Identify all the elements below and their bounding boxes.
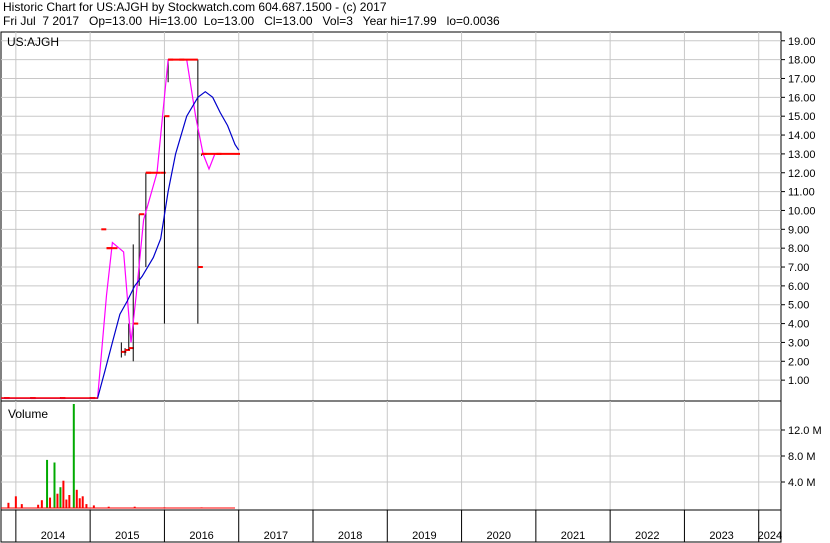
price-tick-label: 2.00 bbox=[788, 356, 809, 368]
price-y-axis: 1.00 2.00 3.00 4.00 5.00 6.00 7.00 8.00 9.00 10.0… bbox=[781, 36, 816, 387]
x-tick-label: 2022 bbox=[635, 530, 659, 542]
price-tick-label: 12.00 bbox=[788, 168, 816, 180]
price-tick-label: 17.00 bbox=[788, 73, 816, 85]
price-panel-frame bbox=[0, 31, 782, 402]
price-tick-label: 18.00 bbox=[788, 55, 816, 67]
price-tick-label: 4.00 bbox=[788, 319, 809, 331]
x-tick-label: 2023 bbox=[709, 530, 733, 542]
stock-chart: US:AJGH 1.00 2.00 3.00 4.00 5.00 6.00 7.00 8.00… bbox=[0, 31, 822, 543]
volume-panel-label: Volume bbox=[8, 407, 48, 421]
price-tick-label: 8.00 bbox=[788, 243, 809, 255]
x-tick-label: 2021 bbox=[561, 530, 585, 542]
x-tick-label: 2017 bbox=[264, 530, 288, 542]
price-tick-label: 19.00 bbox=[788, 36, 816, 48]
volume-tick-label: 8.0 M bbox=[788, 451, 816, 463]
price-tick-label: 11.00 bbox=[788, 187, 815, 199]
price-tick-label: 13.00 bbox=[788, 149, 816, 161]
x-tick-label: 2014 bbox=[41, 530, 65, 542]
x-tick-label: 2019 bbox=[412, 530, 436, 542]
x-tick-label: 2015 bbox=[115, 530, 139, 542]
price-tick-label: 16.00 bbox=[788, 92, 816, 104]
x-axis: 2014 2015 2016 2017 2018 2019 2020 2021 2022 2023… bbox=[0, 509, 782, 543]
price-panel-label: US:AJGH bbox=[7, 35, 59, 49]
price-tick-label: 5.00 bbox=[788, 300, 809, 312]
price-tick-label: 9.00 bbox=[788, 224, 809, 236]
volume-y-axis: 4.0 M 8.0 M 12.0 M bbox=[781, 425, 822, 489]
price-tick-label: 3.00 bbox=[788, 337, 809, 349]
x-tick-label: 2018 bbox=[338, 530, 362, 542]
x-tick-label: 2016 bbox=[189, 530, 213, 542]
price-tick-label: 1.00 bbox=[788, 375, 809, 387]
x-tick-label: 2020 bbox=[486, 530, 510, 542]
volume-tick-label: 4.0 M bbox=[788, 477, 816, 489]
price-tick-label: 15.00 bbox=[788, 111, 816, 123]
volume-panel: Volume 4.0 M 8.0 M 12.0 M bbox=[0, 400, 822, 511]
price-panel: US:AJGH 1.00 2.00 3.00 4.00 5.00 6.00 7.00 8.00… bbox=[0, 31, 816, 402]
price-tick-label: 14.00 bbox=[788, 130, 816, 142]
price-tick-label: 10.00 bbox=[788, 205, 816, 217]
x-tick-label: 2024 bbox=[758, 530, 782, 542]
volume-tick-label: 12.0 M bbox=[788, 425, 822, 437]
price-tick-label: 6.00 bbox=[788, 281, 809, 293]
price-tick-label: 7.00 bbox=[788, 262, 809, 274]
